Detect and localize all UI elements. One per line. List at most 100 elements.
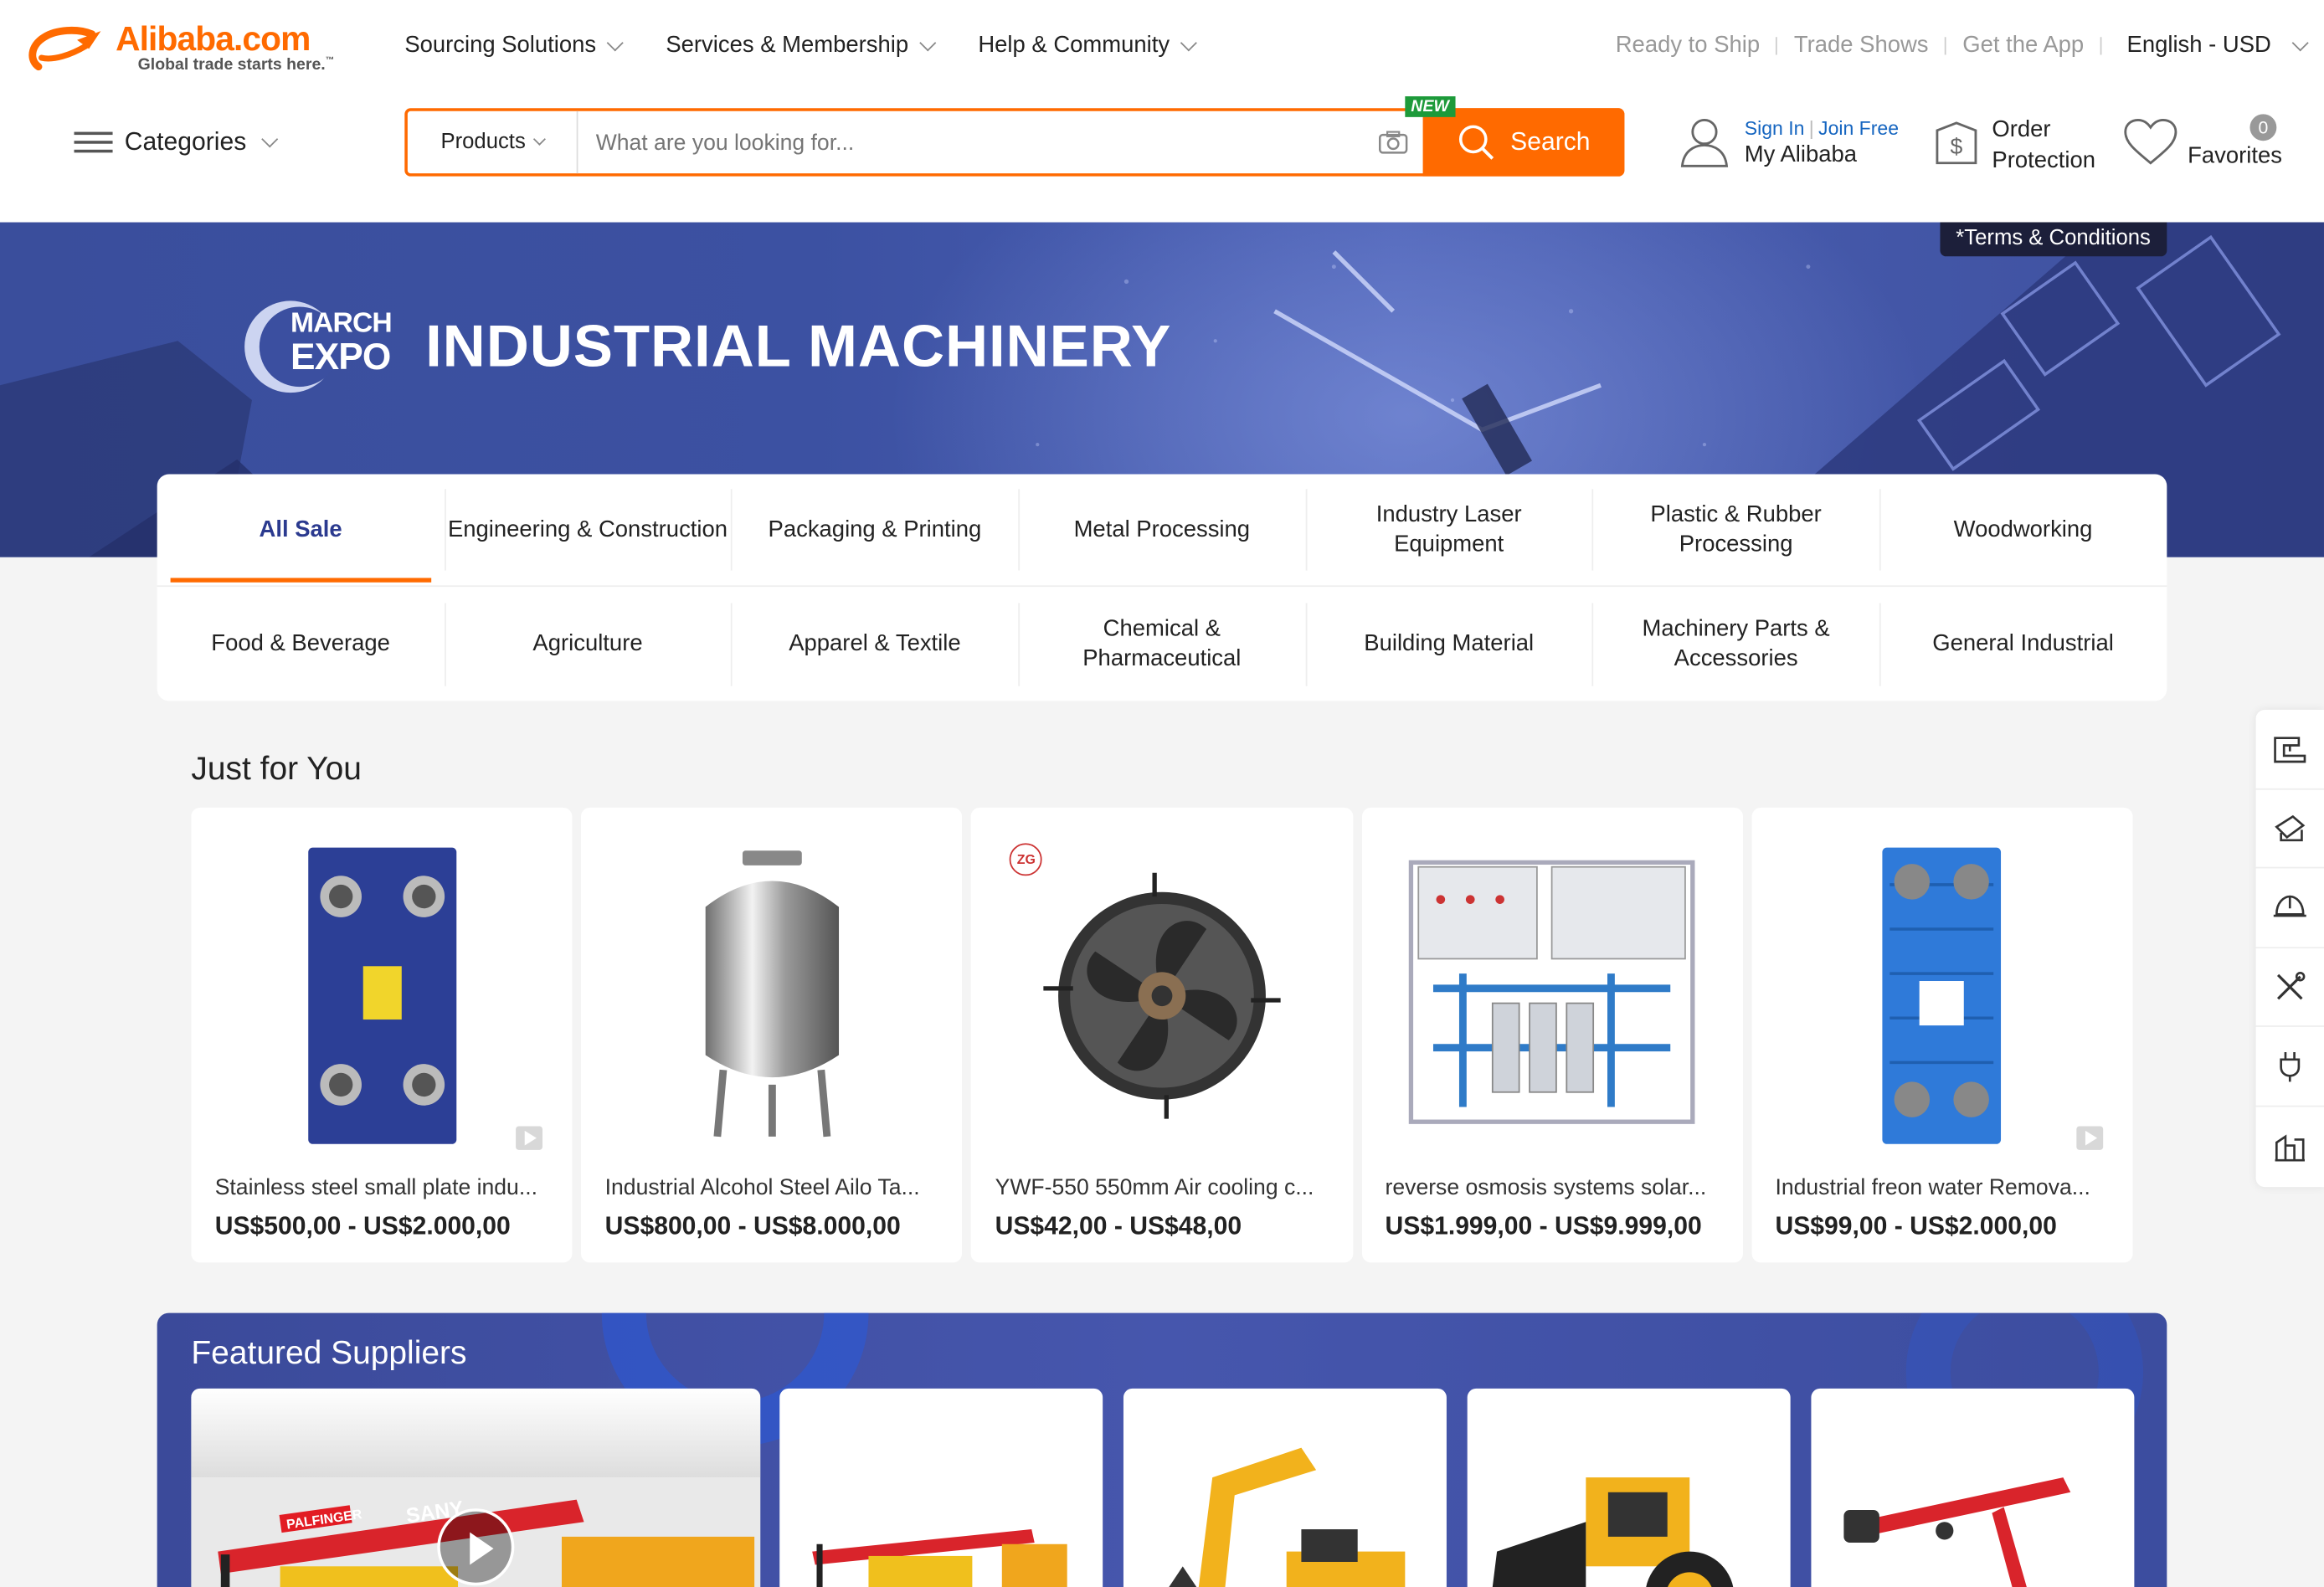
tab-machinery-parts-accessories[interactable]: Machinery Parts & Accessories	[1592, 588, 1879, 701]
expo-line-2: EXPO	[290, 336, 391, 378]
tab-all-sale[interactable]: All Sale	[157, 475, 445, 586]
nav-label: Help & Community	[978, 32, 1170, 59]
sign-in-link[interactable]: Sign In	[1745, 116, 1805, 139]
tab-food-beverage[interactable]: Food & Beverage	[157, 588, 445, 701]
nav-label: Services & Membership	[666, 32, 909, 59]
wheel-loader-icon	[1492, 1477, 1734, 1587]
alibaba-logo[interactable]: Alibaba.com Global trade starts here.™	[27, 19, 352, 79]
product-card[interactable]: Stainless steel small plate indu... US$5…	[191, 807, 573, 1263]
tab-general-industrial[interactable]: General Industrial	[1879, 588, 2167, 701]
search-input[interactable]	[578, 110, 1364, 174]
order-label-2: Protection	[1992, 148, 2095, 174]
account-area: Sign In | Join Free My Alibaba	[1679, 116, 1899, 169]
tab-building-material[interactable]: Building Material	[1305, 588, 1592, 701]
get-app-link[interactable]: Get the App	[1962, 33, 2084, 59]
tab-industry-laser-equipment[interactable]: Industry Laser Equipment	[1305, 475, 1592, 586]
plug-icon[interactable]	[2255, 1028, 2324, 1107]
alibaba-smile-icon	[28, 26, 101, 71]
product-name[interactable]: Industrial Alcohol Steel Ailo Ta...	[605, 1175, 943, 1200]
play-video-icon[interactable]	[437, 1508, 515, 1586]
favorites[interactable]: 0 Favorites	[2122, 114, 2282, 170]
product-card[interactable]: Industrial Alcohol Steel Ailo Ta... US$8…	[581, 807, 963, 1263]
search-category-select[interactable]: Products	[408, 110, 578, 174]
svg-text:$: $	[1951, 134, 1963, 159]
tab-woodworking[interactable]: Woodworking	[1879, 475, 2167, 586]
ro-system-icon	[1386, 829, 1719, 1162]
product-price: US$800,00 - US$8.000,00	[604, 1212, 901, 1240]
tab-plastic-rubber-processing[interactable]: Plastic & Rubber Processing	[1592, 475, 1879, 586]
supplier-card[interactable]	[779, 1388, 1103, 1587]
language-currency-selector[interactable]: English - USD	[2127, 33, 2271, 59]
product-name[interactable]: reverse osmosis systems solar...	[1386, 1175, 1724, 1200]
drilling-rig-icon	[1843, 1477, 2071, 1587]
product-name[interactable]: YWF-550 550mm Air cooling c...	[995, 1175, 1334, 1200]
site-header: Alibaba.com Global trade starts here.™ S…	[0, 0, 2324, 223]
chevron-down-icon	[607, 33, 625, 51]
trade-shows-link[interactable]: Trade Shows	[1794, 33, 1929, 59]
shield-dollar-icon: $	[1936, 121, 1977, 165]
tab-metal-processing[interactable]: Metal Processing	[1018, 475, 1305, 586]
printer-icon[interactable]	[2255, 789, 2324, 869]
video-play-icon[interactable]	[516, 1126, 543, 1150]
product-name[interactable]: Industrial freon water Remova...	[1775, 1175, 2113, 1200]
chevron-down-icon	[1180, 33, 1198, 51]
nav-sourcing-solutions[interactable]: Sourcing Solutions	[404, 33, 625, 59]
product-card[interactable]: reverse osmosis systems solar... US$1.99…	[1361, 807, 1743, 1263]
crane-truck-icon	[812, 1529, 1067, 1587]
category-tabs-panel: All Sale Engineering & Construction Pack…	[157, 474, 2167, 701]
top-navigation: Sourcing Solutions Services & Membership…	[404, 32, 1198, 59]
search-category-label: Products	[440, 130, 526, 155]
product-card[interactable]: Industrial freon water Remova... US$99,0…	[1751, 807, 2133, 1263]
chevron-down-icon	[2292, 33, 2310, 51]
order-protection[interactable]: $ Order Protection	[1933, 114, 2095, 176]
supplier-card[interactable]	[1467, 1388, 1791, 1587]
ready-to-ship-link[interactable]: Ready to Ship	[1616, 33, 1760, 59]
search-button[interactable]: NEW Search	[1405, 96, 1625, 177]
product-list: Stainless steel small plate indu... US$5…	[191, 807, 2133, 1263]
join-free-link[interactable]: Join Free	[1818, 116, 1899, 139]
excavator-icon	[1169, 1447, 1406, 1587]
hard-hat-icon[interactable]	[2255, 869, 2324, 948]
terms-conditions-link[interactable]: *Terms & Conditions	[1939, 222, 2167, 257]
tab-agriculture[interactable]: Agriculture	[444, 588, 732, 701]
tab-apparel-textile[interactable]: Apparel & Textile	[731, 588, 1018, 701]
search-bar: Products NEW Search	[404, 96, 1625, 177]
side-toolbar	[2255, 710, 2324, 1188]
tab-chemical-pharmaceutical[interactable]: Chemical & Pharmaceutical	[1018, 588, 1305, 701]
category-row-1: All Sale Engineering & Construction Pack…	[157, 475, 2167, 588]
favorites-label: Favorites	[2188, 143, 2282, 169]
categories-menu[interactable]: Categories	[74, 127, 279, 157]
divider	[1776, 37, 1778, 55]
chevron-down-icon	[919, 33, 937, 51]
nav-help-community[interactable]: Help & Community	[978, 32, 1198, 59]
chevron-down-icon	[261, 130, 279, 147]
tab-packaging-printing[interactable]: Packaging & Printing	[731, 475, 1018, 586]
featured-suppliers-title: Featured Suppliers	[191, 1333, 467, 1371]
logo-wordmark: Alibaba.com	[116, 19, 311, 59]
march-expo-logo: MARCH EXPO	[243, 296, 406, 397]
plate-heat-exchanger-icon	[215, 829, 548, 1162]
supplier-card[interactable]	[1811, 1388, 2135, 1587]
product-name[interactable]: Stainless steel small plate indu...	[215, 1175, 553, 1200]
list-menu-icon	[74, 129, 113, 156]
supplier-card[interactable]	[1123, 1388, 1447, 1587]
camera-icon[interactable]	[1364, 111, 1423, 173]
favorites-count-badge: 0	[2249, 114, 2277, 141]
supplier-video-card[interactable]: PALFINGER SANY	[191, 1388, 761, 1587]
product-price: US$99,00 - US$2.000,00	[1775, 1212, 2057, 1240]
product-card[interactable]: ZG YWF-550 550mm Air cooling c... US$42,…	[971, 807, 1353, 1263]
search-button-label: Search	[1510, 127, 1591, 156]
tab-engineering-construction[interactable]: Engineering & Construction	[444, 475, 732, 586]
product-price: US$42,00 - US$48,00	[995, 1212, 1242, 1240]
nav-services-membership[interactable]: Services & Membership	[666, 32, 937, 59]
new-badge: NEW	[1405, 96, 1455, 117]
tools-icon[interactable]	[2255, 948, 2324, 1028]
blue-heat-exchanger-icon	[1775, 829, 2108, 1162]
divider: |	[1808, 116, 1814, 139]
my-alibaba-link[interactable]: My Alibaba	[1745, 141, 1899, 168]
video-play-icon[interactable]	[2076, 1126, 2104, 1150]
search-icon	[1459, 125, 1494, 160]
divider	[2100, 37, 2102, 55]
sewing-machine-icon[interactable]	[2255, 710, 2324, 789]
factory-icon[interactable]	[2256, 1107, 2324, 1186]
